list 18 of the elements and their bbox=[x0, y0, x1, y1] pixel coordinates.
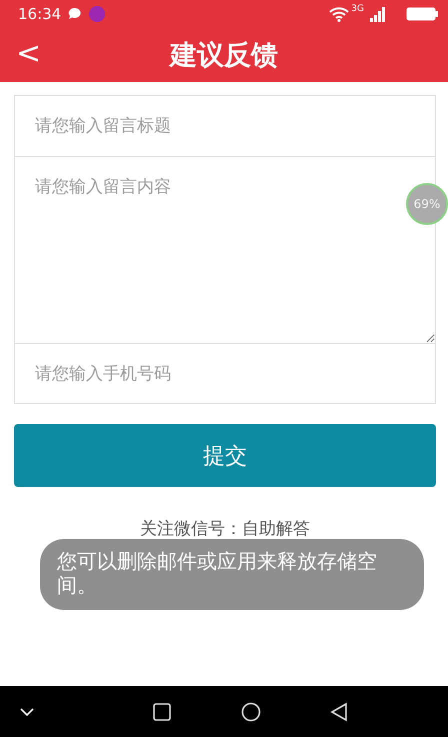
square-icon[interactable] bbox=[153, 702, 172, 720]
home-icon[interactable] bbox=[240, 702, 261, 722]
submit-button[interactable]: 提交 bbox=[14, 424, 436, 487]
status-time: 16:34 bbox=[18, 5, 62, 23]
back-icon[interactable] bbox=[330, 702, 348, 722]
page-title: 建议反馈 bbox=[170, 39, 278, 73]
title-input-field[interactable]: 请您输入留言标题 bbox=[14, 95, 436, 156]
back-button[interactable]: < bbox=[10, 36, 48, 71]
signal-icon bbox=[370, 6, 386, 22]
toast-message: 您可以删除邮件或应用来释放存储空间。 bbox=[40, 539, 424, 610]
phone-input-field[interactable]: 请您输入手机号码 bbox=[14, 343, 436, 404]
wifi-icon bbox=[329, 6, 350, 22]
chevron-down-icon[interactable] bbox=[20, 708, 34, 716]
app-icon bbox=[89, 6, 106, 22]
chat-bubble-icon bbox=[67, 7, 84, 21]
battery-icon bbox=[406, 7, 438, 21]
wechat-note: 关注微信号：自助解答 bbox=[139, 518, 311, 540]
network-type: 3G bbox=[351, 4, 364, 14]
